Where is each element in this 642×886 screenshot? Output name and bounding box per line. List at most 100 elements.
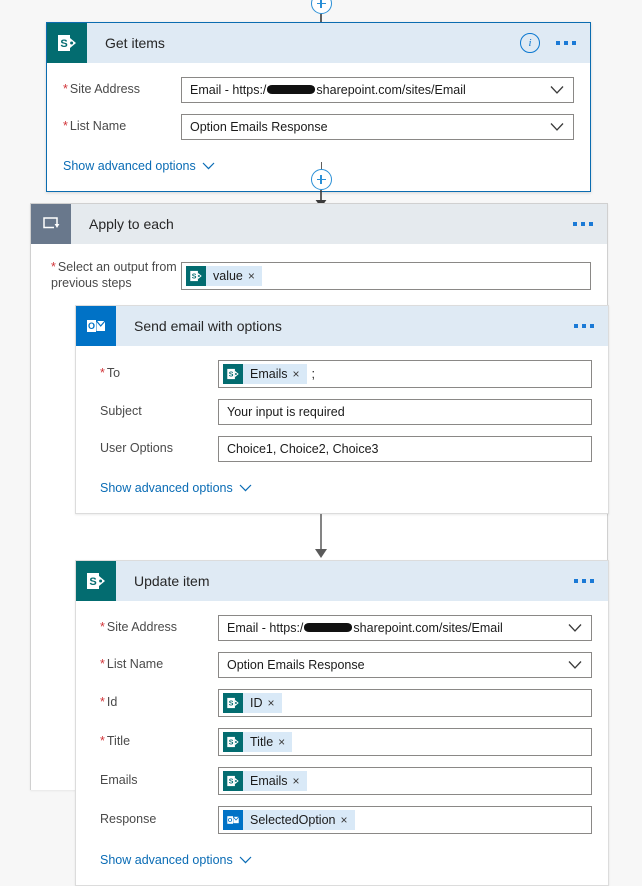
chevron-down-icon — [568, 624, 582, 633]
field-label-list-name: * List Name — [63, 119, 127, 134]
form-row-site-address: * Site Address Email - https:/ sharepoint.… — [63, 77, 574, 103]
overflow-menu-icon[interactable] — [572, 575, 596, 587]
show-advanced-options-link-get-items[interactable]: Show advanced options — [63, 151, 215, 187]
form-row-site-address: * Site Address Email - https:/ sharepoint.… — [92, 615, 592, 642]
down-arrow-icon — [315, 514, 327, 559]
chevron-down-icon — [239, 856, 252, 864]
site-address-suffix: sharepoint.com/sites/Email — [353, 621, 503, 636]
response-input[interactable]: O SelectedOption × — [218, 806, 592, 835]
token-chip-selectedoption[interactable]: O SelectedOption × — [223, 810, 355, 831]
sharepoint-icon: S — [186, 265, 206, 286]
title-input[interactable]: S Title × — [218, 728, 592, 757]
field-label-id: * Id — [100, 695, 118, 710]
scope-card-apply-to-each[interactable]: Apply to each * Select an output from pre… — [30, 203, 609, 886]
list-name-value: Option Emails Response — [190, 120, 328, 134]
outlook-icon: O — [76, 306, 116, 347]
id-input[interactable]: S ID × — [218, 689, 592, 718]
token-label: value — [213, 268, 243, 283]
form-row-list-name: * List Name Option Emails Response — [63, 114, 574, 140]
step-header-send-email[interactable]: O Send email with options — [76, 306, 608, 347]
site-address-dropdown[interactable]: Email - https:/ sharepoint.com/sites/Emai… — [181, 77, 574, 103]
form-row-emails: Emails S Emails × — [92, 767, 592, 796]
svg-text:O: O — [88, 321, 95, 331]
outlook-icon: O — [223, 810, 243, 831]
token-chip-emails[interactable]: S Emails × — [223, 771, 307, 792]
step-title: Send email with options — [134, 318, 282, 335]
step-title: Get items — [105, 35, 165, 51]
svg-text:S: S — [60, 38, 67, 50]
required-marker: * — [51, 260, 56, 274]
sharepoint-icon: S — [223, 364, 243, 385]
token-chip-value[interactable]: S value × — [186, 265, 262, 286]
sharepoint-icon: S — [223, 771, 243, 792]
site-address-suffix: sharepoint.com/sites/Email — [316, 83, 466, 97]
advanced-label: Show advanced options — [100, 481, 233, 496]
required-marker: * — [100, 366, 105, 381]
list-name-dropdown[interactable]: Option Emails Response — [181, 114, 574, 140]
form-row-user-options: User Options Choice1, Choice2, Choice3 — [92, 436, 592, 463]
subject-input[interactable]: Your input is required — [218, 399, 592, 426]
list-name-value: Option Emails Response — [227, 658, 365, 673]
remove-token-icon[interactable]: × — [293, 368, 307, 380]
token-chip-title[interactable]: S Title × — [223, 732, 293, 753]
svg-text:S: S — [229, 701, 234, 708]
sharepoint-icon: S — [76, 561, 116, 602]
step-header-apply-to-each[interactable]: Apply to each — [31, 204, 607, 244]
token-label: Emails — [250, 367, 288, 382]
field-label-site-address: * Site Address — [100, 620, 178, 635]
step-body-update-item: * Site Address Email - https:/ sharepoint.… — [76, 601, 608, 885]
required-marker: * — [100, 657, 105, 672]
svg-text:S: S — [229, 372, 234, 379]
site-address-dropdown[interactable]: Email - https:/ sharepoint.com/sites/Emai… — [218, 615, 592, 642]
add-step-plus-icon[interactable] — [310, 169, 332, 190]
required-marker: * — [63, 82, 68, 97]
form-row-subject: Subject Your input is required — [92, 399, 592, 426]
remove-token-icon[interactable]: × — [340, 814, 354, 826]
advanced-label: Show advanced options — [63, 159, 196, 173]
sharepoint-icon: S — [223, 693, 243, 714]
info-icon[interactable]: i — [520, 33, 540, 53]
form-row-title: * Title S Title × — [92, 728, 592, 757]
step-header-controls-send-email — [572, 306, 596, 346]
field-label-subject: Subject — [100, 404, 142, 419]
svg-text:S: S — [89, 576, 96, 588]
required-marker: * — [100, 734, 105, 749]
show-advanced-options-link-update-item[interactable]: Show advanced options — [100, 845, 252, 881]
step-header-get-items[interactable]: S Get items i — [47, 23, 590, 63]
add-step-plus-icon[interactable] — [310, 0, 332, 14]
svg-text:S: S — [229, 740, 234, 747]
token-chip-id[interactable]: S ID × — [223, 693, 282, 714]
user-options-input[interactable]: Choice1, Choice2, Choice3 — [218, 436, 592, 463]
field-label-list-name: * List Name — [100, 657, 164, 672]
step-header-update-item[interactable]: S Update item — [76, 561, 608, 602]
step-title: Update item — [134, 573, 210, 590]
subject-value: Your input is required — [227, 405, 345, 420]
chevron-down-icon — [202, 162, 215, 170]
remove-token-icon[interactable]: × — [248, 270, 262, 282]
to-input[interactable]: S Emails × ; — [218, 360, 592, 389]
form-row-response: Response O SelectedOption × — [92, 806, 592, 835]
remove-token-icon[interactable]: × — [293, 775, 307, 787]
remove-token-icon[interactable]: × — [268, 697, 282, 709]
step-card-send-email-with-options[interactable]: O Send email with options * To S Emails … — [75, 305, 609, 515]
token-label: Emails — [250, 774, 288, 789]
list-name-dropdown[interactable]: Option Emails Response — [218, 652, 592, 679]
overflow-menu-icon[interactable] — [571, 218, 595, 230]
select-output-input[interactable]: S value × — [181, 261, 591, 290]
overflow-menu-icon[interactable] — [572, 320, 596, 332]
step-header-controls-update-item — [572, 561, 596, 601]
required-marker: * — [63, 119, 68, 134]
overflow-menu-icon[interactable] — [554, 37, 578, 49]
step-card-update-item[interactable]: S Update item * Site Address Email - htt… — [75, 560, 609, 886]
emails-input[interactable]: S Emails × — [218, 767, 592, 796]
show-advanced-options-link-send-email[interactable]: Show advanced options — [100, 473, 252, 509]
field-label-response: Response — [100, 812, 157, 827]
redacted-text — [304, 622, 353, 632]
remove-token-icon[interactable]: × — [278, 736, 292, 748]
site-address-prefix: Email - https:/ — [227, 621, 304, 636]
site-address-prefix: Email - https:/ — [190, 83, 267, 97]
field-label-user-options: User Options — [100, 441, 173, 456]
chevron-down-icon — [568, 661, 582, 670]
sharepoint-icon: S — [47, 23, 87, 63]
token-chip-emails[interactable]: S Emails × — [223, 364, 307, 385]
